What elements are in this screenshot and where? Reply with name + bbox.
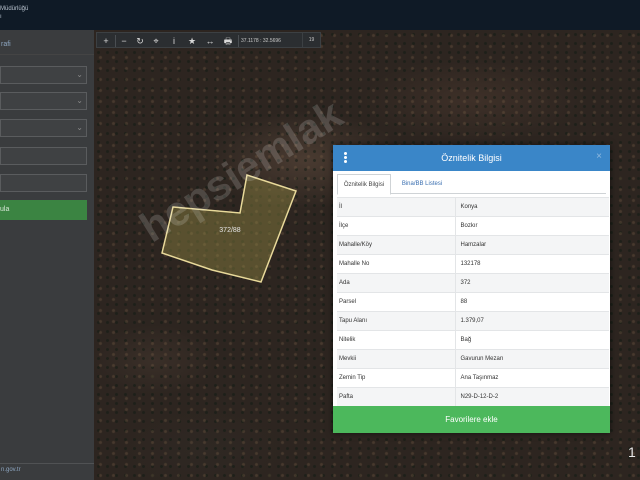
attr-key: Mahalle No: [337, 254, 456, 274]
attribute-table: İl Konya İlçe Bozkır Mahalle/Köy Hamzalar M…: [337, 197, 609, 407]
attr-value: Gavurun Mezarı: [455, 349, 609, 369]
measure-icon[interactable]: ↔: [203, 33, 217, 49]
attr-value: 132178: [455, 254, 609, 274]
locate-icon[interactable]: ⌖: [149, 33, 163, 49]
attr-key: Nitelik: [337, 330, 456, 350]
page-number: 1: [628, 444, 636, 460]
attr-value: Bozkır: [455, 216, 609, 236]
tab-attributes[interactable]: Öznitelik Bilgisi: [337, 174, 391, 195]
attr-value: 1.379,07: [455, 311, 609, 331]
dialog-tabs: Öznitelik Bilgisi Bina/BB Listesi: [337, 174, 606, 195]
refresh-icon[interactable]: ↻: [133, 33, 147, 49]
attr-value: Ana Taşınmaz: [455, 368, 609, 388]
table-row: Mevkii Gavurun Mezarı: [337, 349, 609, 369]
attr-key: Mahalle/Köy: [337, 235, 456, 255]
toolbar-divider: [115, 35, 116, 47]
dialog-header: Öznitelik Bilgisi ×: [333, 145, 610, 171]
table-row: Mahalle/Köy Hamzalar: [337, 235, 609, 255]
dialog-title: Öznitelik Bilgisi: [441, 153, 502, 163]
info-icon[interactable]: i: [167, 33, 181, 49]
attr-key: Mevkii: [337, 349, 456, 369]
close-icon[interactable]: ×: [593, 150, 605, 164]
attr-key: Pafta: [337, 387, 456, 407]
menu-icon[interactable]: [343, 151, 349, 165]
attr-key: Ada: [337, 273, 456, 293]
attr-value: 372: [455, 273, 609, 293]
table-row: Mahalle No 132178: [337, 254, 609, 274]
attr-value: Hamzalar: [455, 235, 609, 255]
toolbar-divider: [238, 35, 239, 47]
attribute-dialog: Öznitelik Bilgisi × Öznitelik Bilgisi Bi…: [333, 145, 610, 433]
coordinate-readout: 37.1178 : 32.5696: [241, 38, 281, 44]
map-toolbar: + − ↻ ⌖ i ★ ↔ 🖶 37.1178 : 32.5696: [96, 32, 321, 48]
table-row: Ada 372: [337, 273, 609, 293]
table-row: Parsel 88: [337, 292, 609, 312]
table-row: Pafta N29-D-12-D-2: [337, 387, 609, 407]
table-row: Nitelik Bağ: [337, 330, 609, 350]
table-row: Zemin Tip Ana Taşınmaz: [337, 368, 609, 388]
zoom-in-button[interactable]: +: [99, 33, 113, 49]
add-to-favorites-button[interactable]: Favorilere ekle: [333, 406, 610, 433]
attr-key: Zemin Tip: [337, 368, 456, 388]
attr-value: Bağ: [455, 330, 609, 350]
zoom-level: 19: [302, 32, 321, 48]
attr-key: İl: [337, 197, 456, 217]
attr-value: Konya: [455, 197, 609, 217]
attr-key: İlçe: [337, 216, 456, 236]
attr-key: Tapu Alanı: [337, 311, 456, 331]
attr-value: 88: [455, 292, 609, 312]
star-icon[interactable]: ★: [185, 33, 199, 49]
attr-value: N29-D-12-D-2: [455, 387, 609, 407]
table-row: İl Konya: [337, 197, 609, 217]
print-icon[interactable]: 🖶: [221, 33, 235, 49]
tab-building-list[interactable]: Bina/BB Listesi: [395, 174, 449, 195]
table-row: İlçe Bozkır: [337, 216, 609, 236]
attr-key: Parsel: [337, 292, 456, 312]
table-row: Tapu Alanı 1.379,07: [337, 311, 609, 331]
zoom-out-button[interactable]: −: [117, 33, 131, 49]
